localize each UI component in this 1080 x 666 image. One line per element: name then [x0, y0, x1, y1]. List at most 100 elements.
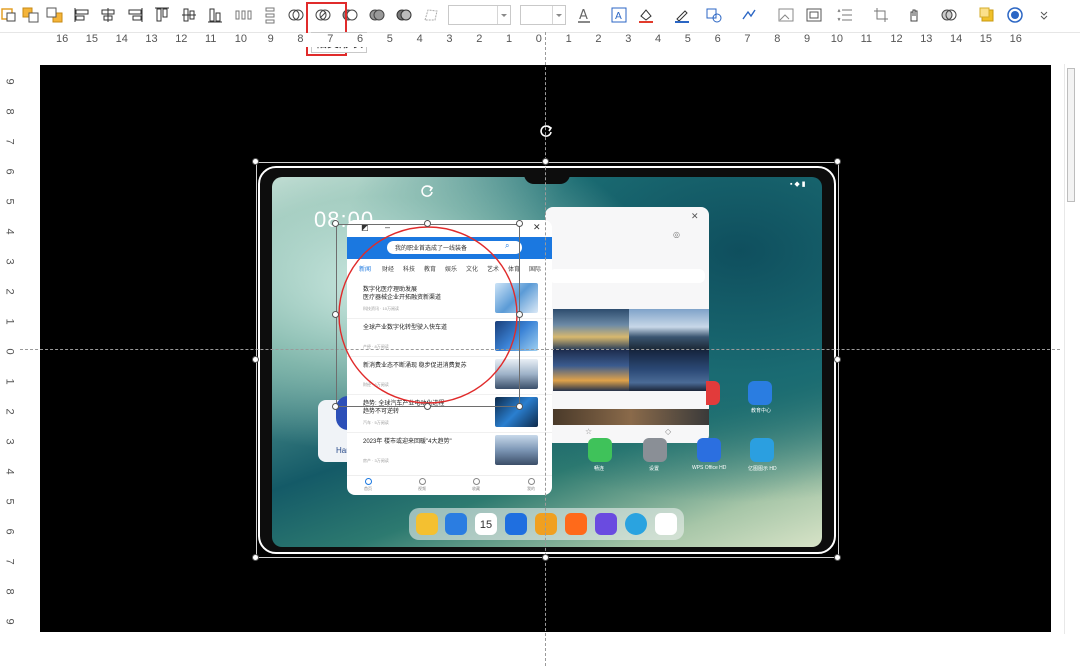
circle-resize-handle[interactable]	[332, 311, 339, 318]
combine-shapes-icon[interactable]	[368, 6, 386, 24]
align-center-icon[interactable]	[99, 6, 117, 24]
ruler-tick-label: 2	[3, 288, 16, 295]
resize-handle[interactable]	[252, 158, 259, 165]
intersect-shapes-icon[interactable]	[314, 6, 332, 24]
circle-resize-handle[interactable]	[332, 403, 339, 410]
ruler-tick-label: 4	[3, 468, 16, 475]
subtract-shapes-icon[interactable]	[341, 6, 359, 24]
chevron-down-icon[interactable]	[552, 6, 565, 24]
circle-resize-handle[interactable]	[516, 403, 523, 410]
ruler-tick-label: 1	[3, 318, 16, 325]
ruler-tick-label: 10	[830, 33, 844, 45]
ruler-tick-label: 8	[297, 33, 304, 45]
circle-shape[interactable]	[337, 225, 519, 406]
ruler-tick-label: 7	[744, 33, 751, 45]
ruler-tick-label: 11	[860, 33, 873, 45]
send-backward-icon[interactable]	[46, 6, 64, 24]
ruler-tick-label: 5	[386, 33, 393, 45]
vertical-scrollbar[interactable]	[1064, 64, 1077, 634]
svg-text:A: A	[615, 11, 622, 22]
shape-fill-swatch-icon[interactable]	[978, 6, 996, 24]
font-color-icon[interactable]: A	[575, 6, 593, 24]
ruler-tick-label: 16	[1009, 33, 1022, 45]
align-left-icon[interactable]	[73, 6, 91, 24]
resize-handle[interactable]	[542, 554, 549, 561]
ruler-tick-label: 1	[3, 378, 16, 385]
shape-height-field[interactable]	[520, 5, 566, 25]
distribute-horizontal-icon[interactable]	[234, 6, 252, 24]
bring-forward-icon[interactable]	[22, 6, 40, 24]
align-right-icon[interactable]	[126, 6, 144, 24]
hand-tool-icon[interactable]	[905, 6, 923, 24]
resize-handle[interactable]	[834, 356, 841, 363]
ruler-tick-label: 13	[920, 33, 933, 45]
ruler-tick-label: 15	[979, 33, 993, 45]
ruler-tick-label: 9	[804, 33, 811, 45]
line-spacing-icon[interactable]	[836, 6, 854, 24]
ruler-tick-label: 4	[3, 228, 16, 235]
shape-effects-icon[interactable]	[740, 6, 758, 24]
circle-resize-handle[interactable]	[516, 220, 523, 227]
align-middle-icon[interactable]	[180, 6, 198, 24]
ruler-tick-label: 9	[267, 33, 274, 45]
align-bottom-icon[interactable]	[206, 6, 224, 24]
resize-handle[interactable]	[834, 158, 841, 165]
ruler-tick-label: 3	[625, 33, 632, 45]
horizontal-ruler[interactable]: 16 15 14 13 12 11 10 9 8 7 6 5 4 3 2 1 0 1 2 3 4 5 6 7 8 9 10 11 12 1…	[42, 33, 1050, 47]
more-options-icon[interactable]	[1035, 6, 1053, 24]
vertical-ruler[interactable]: 9 8 7 6 5 4 3 2 1 0 1 2 3 4 5 6 7 8 9	[4, 64, 18, 634]
align-top-icon[interactable]	[153, 6, 171, 24]
toolbar: A A	[0, 0, 1080, 33]
ruler-tick-label: 6	[3, 528, 16, 535]
ruler-tick-label: 3	[446, 33, 453, 45]
ruler-tick-label: 5	[684, 33, 691, 45]
group-icon[interactable]	[805, 6, 823, 24]
ruler-tick-label: 6	[714, 33, 721, 45]
ruler-tick-label: 6	[3, 168, 16, 175]
circle-resize-handle[interactable]	[516, 311, 523, 318]
ruler-tick-label: 15	[85, 33, 99, 45]
fill-color-icon[interactable]	[637, 6, 655, 24]
circle-resize-handle[interactable]	[424, 403, 431, 410]
resize-handle[interactable]	[252, 356, 259, 363]
distribute-vertical-icon[interactable]	[261, 6, 279, 24]
select-objects-icon[interactable]	[0, 6, 18, 24]
ruler-tick-label: 10	[234, 33, 248, 45]
outline-color-icon[interactable]	[673, 6, 691, 24]
ruler-tick-label: 7	[3, 558, 16, 565]
union-shapes-icon[interactable]	[287, 6, 305, 24]
ruler-tick-label: 8	[3, 108, 16, 115]
ruler-tick-label: 9	[3, 78, 16, 85]
crop-icon[interactable]	[872, 6, 890, 24]
chevron-down-icon[interactable]	[497, 6, 510, 24]
ruler-tick-label: 5	[3, 498, 16, 505]
ruler-tick-label: 9	[3, 618, 16, 625]
scrollbar-thumb[interactable]	[1067, 68, 1075, 202]
fragment-shapes-icon[interactable]	[395, 6, 413, 24]
ruler-tick-label: 11	[205, 33, 217, 45]
text-box-icon[interactable]: A	[610, 6, 628, 24]
circle-target-icon[interactable]	[1006, 6, 1024, 24]
ruler-tick-label: 1	[506, 33, 513, 45]
ruler-tick-label: 2	[476, 33, 483, 45]
shape-style-icon[interactable]	[705, 6, 723, 24]
circle-rotate-handle-icon[interactable]	[420, 184, 434, 198]
picture-icon[interactable]	[777, 6, 795, 24]
ruler-tick-label: 13	[145, 33, 158, 45]
merge-shapes-icon[interactable]	[940, 6, 958, 24]
circle-resize-handle[interactable]	[424, 220, 431, 227]
circle-resize-handle[interactable]	[332, 220, 339, 227]
resize-handle[interactable]	[834, 554, 841, 561]
ruler-tick-label: 14	[115, 33, 128, 45]
ruler-tick-label: 16	[56, 33, 69, 45]
resize-handle[interactable]	[252, 554, 259, 561]
ruler-tick-label: 14	[950, 33, 963, 45]
ruler-tick-label: 7	[327, 33, 334, 45]
edit-points-icon[interactable]	[422, 6, 440, 24]
ruler-tick-label: 2	[595, 33, 602, 45]
resize-handle[interactable]	[542, 158, 549, 165]
ruler-tick-label: 1	[565, 33, 572, 45]
shape-width-field[interactable]	[448, 5, 511, 25]
ruler-tick-label: 0	[535, 33, 542, 45]
rotate-handle-icon[interactable]	[539, 124, 553, 138]
